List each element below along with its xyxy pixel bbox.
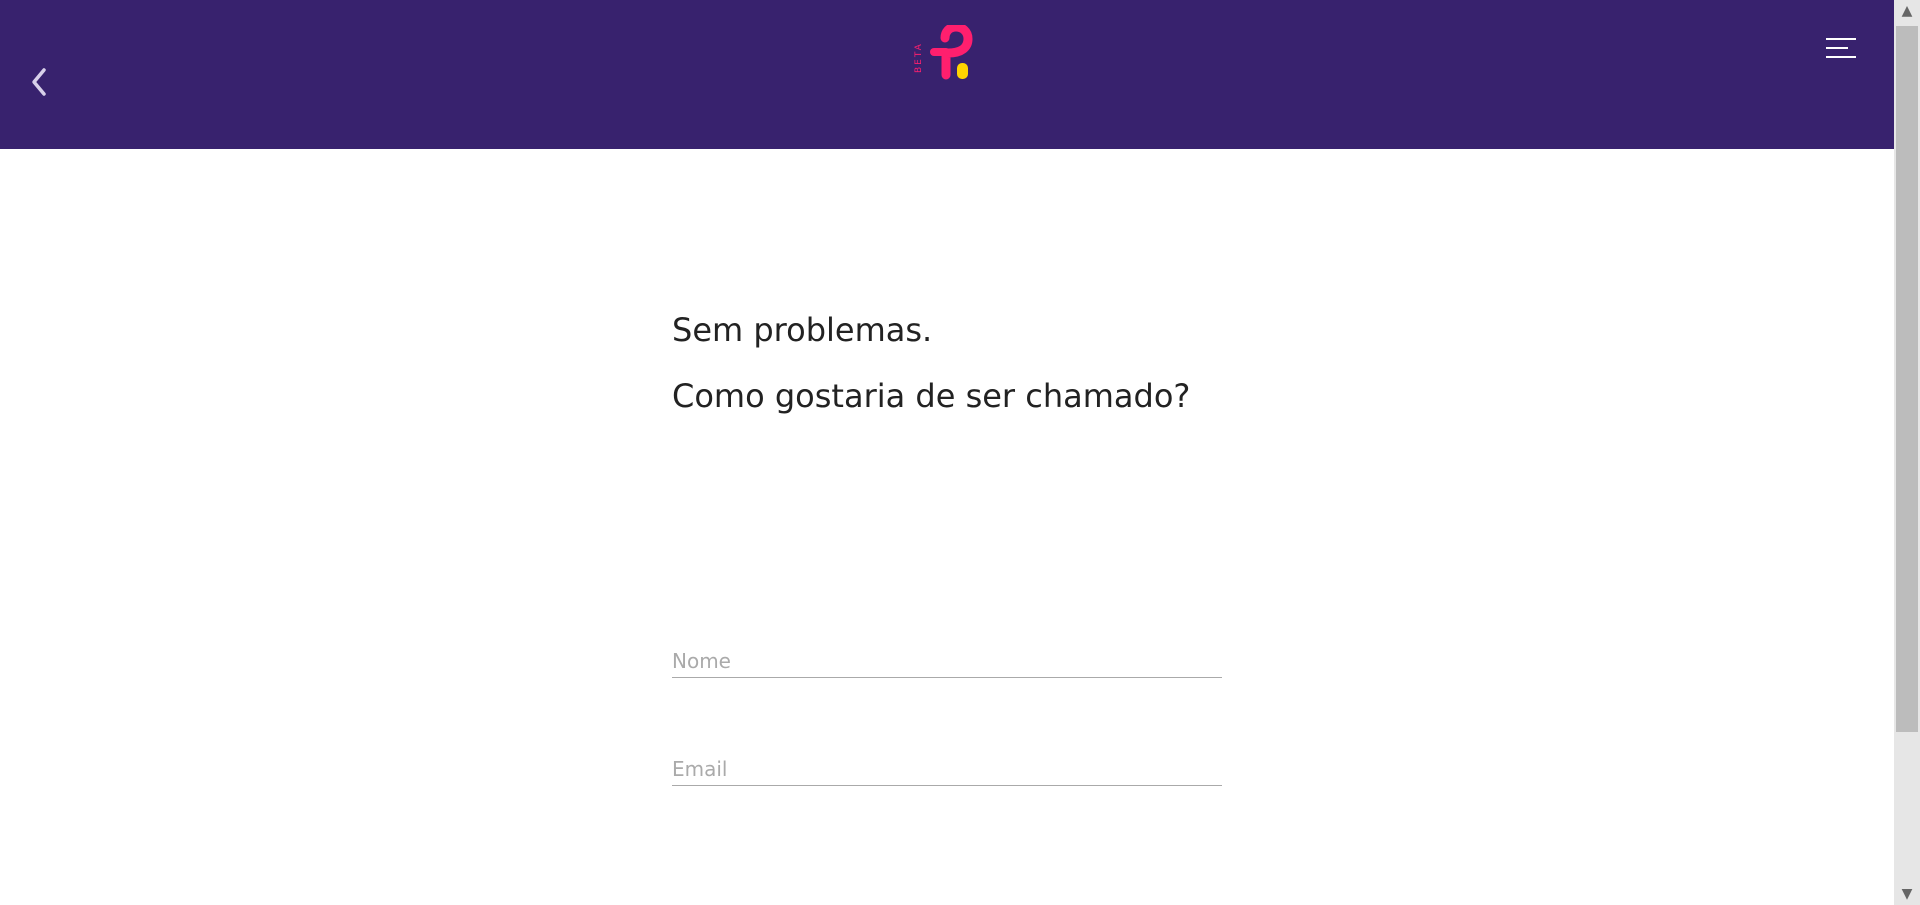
scrollbar[interactable]: ▲ ▼: [1894, 0, 1920, 905]
back-chevron-icon[interactable]: [24, 62, 54, 102]
email-input[interactable]: [672, 753, 1222, 786]
app-logo: BETA: [914, 25, 973, 80]
hamburger-menu-icon[interactable]: [1826, 38, 1856, 64]
scroll-up-icon[interactable]: ▲: [1894, 0, 1920, 22]
scrollbar-thumb[interactable]: [1896, 26, 1918, 732]
question-block: Sem problemas. Como gostaria de ser cham…: [672, 310, 1222, 442]
header-bar: BETA: [0, 0, 1894, 149]
svg-text:BETA: BETA: [914, 42, 924, 73]
name-input[interactable]: [672, 645, 1222, 678]
scroll-down-icon[interactable]: ▼: [1894, 883, 1920, 905]
greeting-text: Sem problemas.: [672, 311, 933, 349]
question-text: Como gostaria de ser chamado?: [672, 377, 1191, 415]
